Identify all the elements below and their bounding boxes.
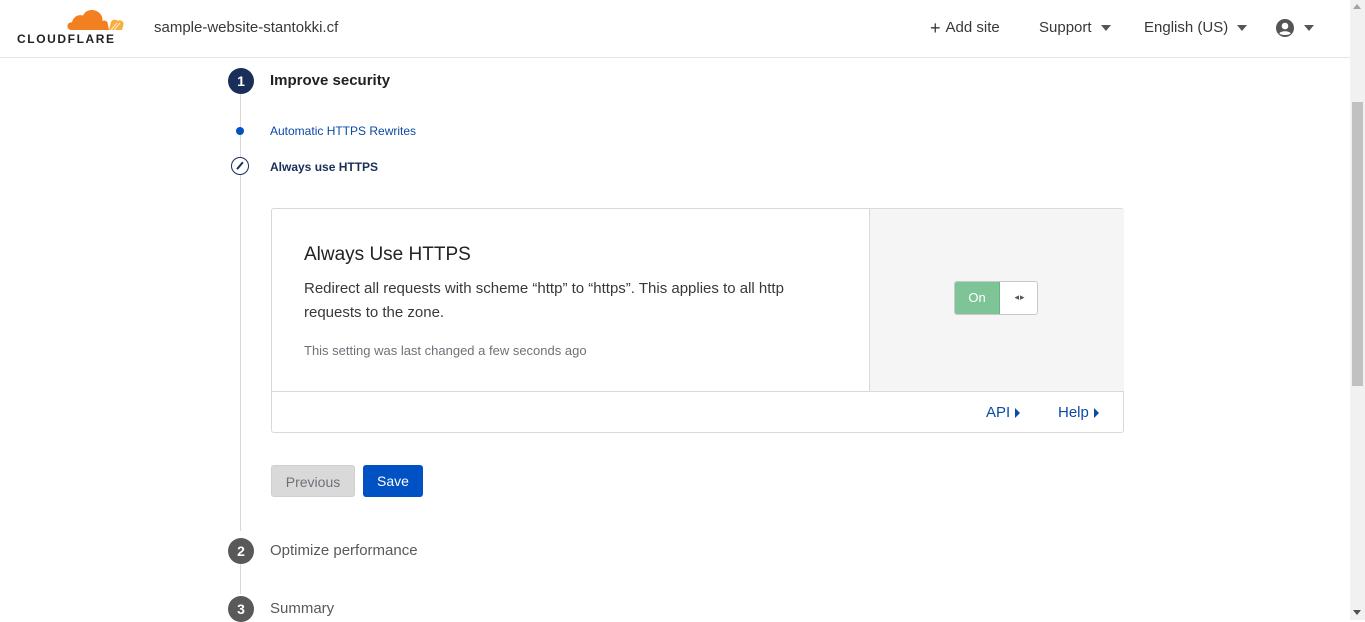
language-label: English (US) <box>1144 19 1229 36</box>
setting-title: Always Use HTTPS <box>304 244 471 265</box>
scrollbar-thumb[interactable] <box>1352 102 1363 386</box>
top-navigation: CLOUDFLARE sample-website-stantokki.cf +… <box>0 0 1350 58</box>
scroll-up-arrow-icon[interactable] <box>1353 4 1361 9</box>
substep-always-use-https: Always use HTTPS <box>270 160 379 174</box>
triangle-right-icon <box>1093 407 1099 418</box>
account-menu[interactable] <box>1275 18 1314 38</box>
substep-complete-dot <box>236 127 244 135</box>
pencil-icon <box>231 157 249 175</box>
step-number-3: 3 <box>228 596 254 622</box>
plus-icon: + <box>930 17 941 38</box>
help-link[interactable]: Help <box>1058 404 1099 421</box>
save-button[interactable]: Save <box>363 465 423 497</box>
cloud-logo-icon <box>67 10 124 31</box>
triangle-right-icon <box>1015 407 1021 418</box>
substep-automatic-https-rewrites[interactable]: Automatic HTTPS Rewrites <box>270 124 416 138</box>
support-menu[interactable]: Support <box>1039 19 1111 36</box>
caret-down-icon <box>1304 25 1314 31</box>
support-label: Support <box>1039 19 1092 36</box>
cloudflare-logo[interactable]: CLOUDFLARE <box>15 8 125 48</box>
user-account-icon <box>1276 19 1294 37</box>
step-number-1: 1 <box>228 68 254 94</box>
caret-down-icon <box>1237 24 1248 31</box>
step-title-improve-security: Improve security <box>270 72 391 89</box>
setting-last-changed: This setting was last changed a few seco… <box>304 343 587 358</box>
setting-control-panel: On ◂▸ <box>869 209 1124 391</box>
step-title-summary: Summary <box>270 600 335 617</box>
step-title-optimize-performance: Optimize performance <box>270 542 418 559</box>
api-link[interactable]: API <box>986 404 1021 421</box>
language-menu[interactable]: English (US) <box>1144 19 1248 36</box>
site-name[interactable]: sample-website-stantokki.cf <box>154 19 338 36</box>
api-link-label: API <box>986 404 1011 421</box>
always-use-https-toggle[interactable]: On ◂▸ <box>954 281 1038 315</box>
toggle-on-label: On <box>955 282 1000 314</box>
page-scrollbar[interactable] <box>1350 0 1365 620</box>
setting-card-body: Always Use HTTPS Redirect all requests w… <box>272 209 869 391</box>
setting-description: Redirect all requests with scheme “http”… <box>304 280 784 321</box>
stepper-line <box>240 564 241 594</box>
add-site-button[interactable]: + Add site <box>930 17 1000 38</box>
setting-card-footer: API Help <box>272 391 1123 433</box>
scroll-down-arrow-icon[interactable] <box>1353 610 1361 615</box>
setting-card: Always Use HTTPS Redirect all requests w… <box>271 208 1124 433</box>
add-site-label: Add site <box>945 19 1000 36</box>
help-link-label: Help <box>1058 404 1089 421</box>
step-number-2: 2 <box>228 538 254 564</box>
previous-button[interactable]: Previous <box>271 465 355 497</box>
caret-down-icon <box>1100 24 1111 31</box>
logo-text: CLOUDFLARE <box>17 32 116 46</box>
toggle-handle-icon[interactable]: ◂▸ <box>1005 282 1035 314</box>
